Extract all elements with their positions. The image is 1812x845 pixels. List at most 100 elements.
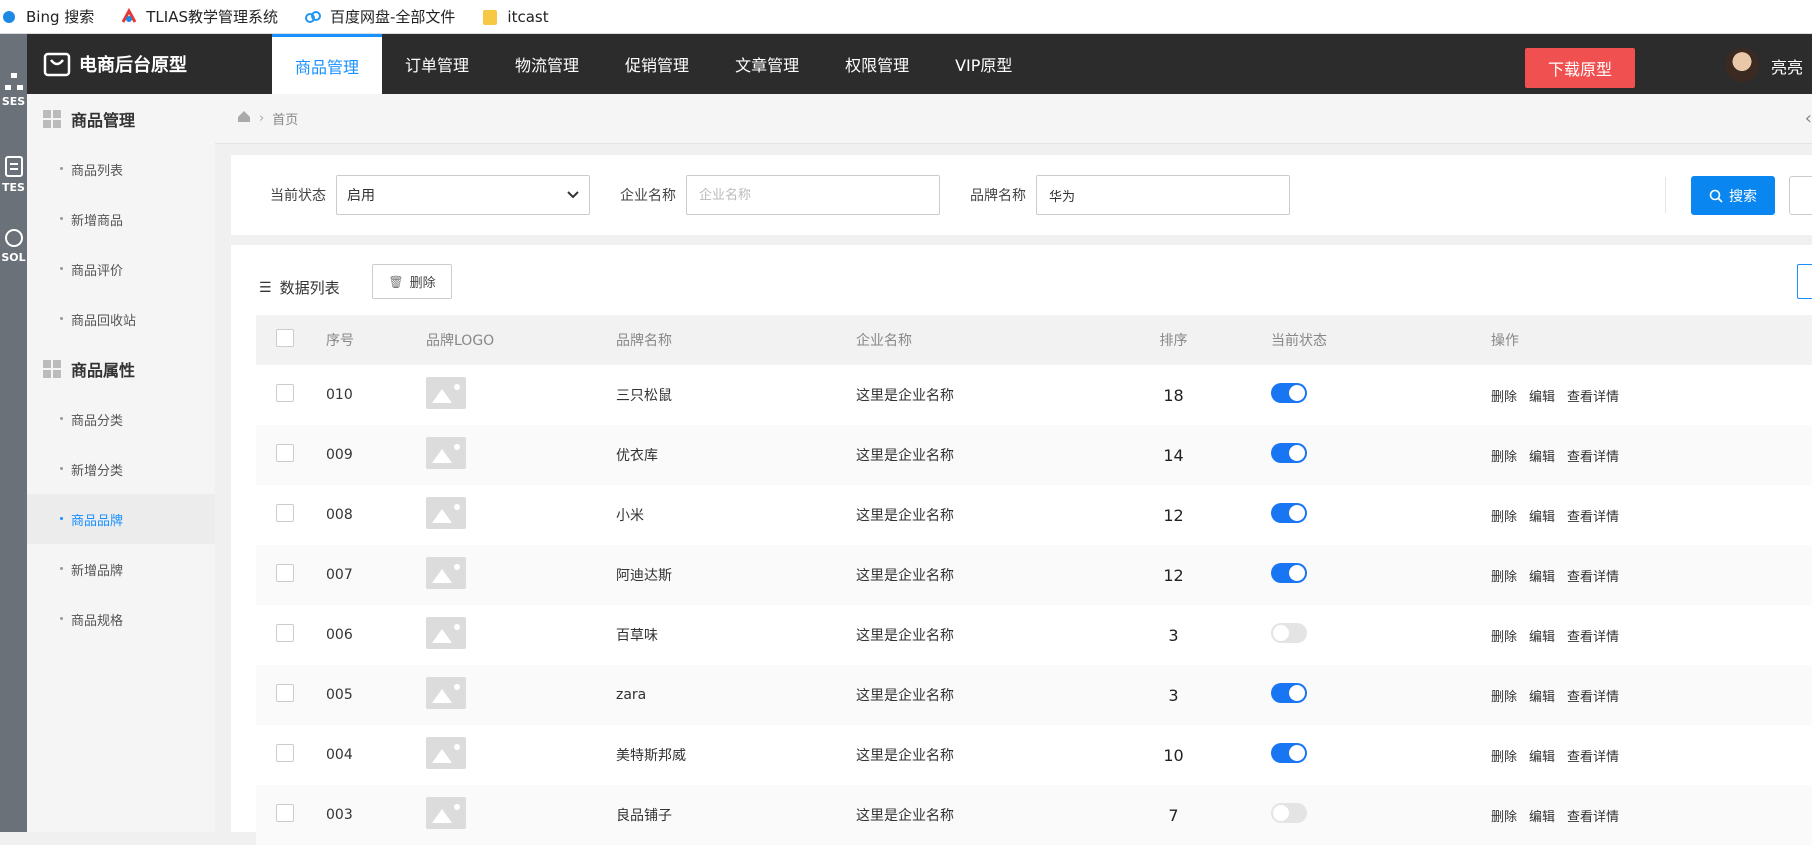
sidebar-item-add-category[interactable]: 新增分类 [27, 444, 215, 494]
row-checkbox[interactable] [276, 804, 294, 822]
row-checkbox[interactable] [276, 564, 294, 582]
nav-tab-orders[interactable]: 订单管理 [382, 34, 492, 94]
brand-table: 序号 品牌LOGO 品牌名称 企业名称 排序 当前状态 操作 010 三只松鼠 这里… [256, 315, 1812, 845]
sidebar-group-product-management[interactable]: 商品管理 [27, 94, 215, 144]
row-delete-link[interactable]: 删除 [1491, 630, 1517, 645]
chevron-left-icon[interactable]: ‹ [1805, 108, 1812, 129]
delete-button[interactable]: 🗑 删除 [372, 264, 452, 299]
row-checkbox[interactable] [276, 384, 294, 402]
row-edit-link[interactable]: 编辑 [1529, 690, 1555, 705]
sidebar-group-product-attributes[interactable]: 商品属性 [27, 344, 215, 394]
nav-tab-promotions[interactable]: 促销管理 [602, 34, 712, 94]
row-actions: 删除 编辑 查看详情 [1491, 605, 1812, 665]
row-checkbox[interactable] [276, 744, 294, 762]
row-edit-link[interactable]: 编辑 [1529, 390, 1555, 405]
breadcrumb-home[interactable]: 首页 [272, 109, 298, 128]
row-detail-link[interactable]: 查看详情 [1567, 510, 1619, 525]
brand-input[interactable] [1036, 175, 1290, 215]
add-button[interactable] [1797, 264, 1812, 299]
app-title: 电商后台原型 [79, 55, 187, 76]
row-detail-link[interactable]: 查看详情 [1567, 690, 1619, 705]
delete-button-label: 删除 [409, 276, 436, 291]
status-toggle[interactable] [1271, 623, 1307, 643]
row-checkbox[interactable] [276, 684, 294, 702]
row-detail-link[interactable]: 查看详情 [1567, 390, 1619, 405]
status-toggle[interactable] [1271, 503, 1307, 523]
row-delete-link[interactable]: 删除 [1491, 390, 1517, 405]
strip-item[interactable]: TES [0, 156, 27, 194]
row-detail-link[interactable]: 查看详情 [1567, 570, 1619, 585]
bookmark-bing[interactable]: Bing 搜索 [0, 6, 94, 27]
sidebar-item-product-list[interactable]: 商品列表 [27, 144, 215, 194]
sidebar-group-label: 商品属性 [71, 361, 136, 380]
row-actions: 删除 编辑 查看详情 [1491, 725, 1812, 785]
row-id: 006 [326, 627, 353, 643]
nav-tab-articles[interactable]: 文章管理 [712, 34, 822, 94]
sidebar-item-add-brand[interactable]: 新增品牌 [27, 544, 215, 594]
row-detail-link[interactable]: 查看详情 [1567, 810, 1619, 825]
sidebar-item-specs[interactable]: 商品规格 [27, 594, 215, 644]
row-edit-link[interactable]: 编辑 [1529, 630, 1555, 645]
status-toggle[interactable] [1271, 803, 1307, 823]
row-checkbox[interactable] [276, 444, 294, 462]
row-checkbox[interactable] [276, 624, 294, 642]
download-prototype-button[interactable]: 下载原型 [1525, 48, 1635, 88]
row-id: 003 [326, 807, 353, 823]
bookmark-itcast[interactable]: itcast [481, 8, 549, 26]
status-toggle[interactable] [1271, 743, 1307, 763]
nav-tab-vip[interactable]: VIP原型 [932, 34, 1035, 94]
nav-tab-logistics[interactable]: 物流管理 [492, 34, 602, 94]
left-app-strip: SES TES SOL [0, 34, 27, 832]
status-toggle[interactable] [1271, 383, 1307, 403]
select-all-checkbox[interactable] [276, 329, 294, 347]
row-id: 007 [326, 567, 353, 583]
table-row: 009 优衣库 这里是企业名称 14 删除 编辑 查看详情 [256, 425, 1812, 485]
row-detail-link[interactable]: 查看详情 [1567, 630, 1619, 645]
sidebar-item-recycle-bin[interactable]: 商品回收站 [27, 294, 215, 344]
strip-item[interactable]: SES [0, 72, 27, 108]
sidebar-item-brands[interactable]: 商品品牌 [27, 494, 215, 544]
status-toggle[interactable] [1271, 443, 1307, 463]
row-edit-link[interactable]: 编辑 [1529, 450, 1555, 465]
row-sort: 14 [1163, 445, 1184, 465]
panel-title-text: 数据列表 [279, 279, 340, 297]
sidebar-item-add-product[interactable]: 新增商品 [27, 194, 215, 244]
search-button-label: 搜索 [1729, 188, 1757, 205]
row-actions: 删除 编辑 查看详情 [1491, 365, 1812, 425]
bookmark-tlias[interactable]: TLIAS教学管理系统 [120, 6, 278, 27]
row-delete-link[interactable]: 删除 [1491, 450, 1517, 465]
row-sort: 18 [1163, 385, 1184, 405]
sidebar-item-product-reviews[interactable]: 商品评价 [27, 244, 215, 294]
strip-item[interactable]: SOL [0, 228, 27, 264]
row-company: 这里是企业名称 [856, 808, 954, 824]
row-checkbox[interactable] [276, 504, 294, 522]
avatar[interactable] [1725, 48, 1759, 82]
status-select[interactable]: 启用 [336, 175, 590, 215]
bookmark-baidu[interactable]: 百度网盘-全部文件 [304, 6, 455, 27]
row-delete-link[interactable]: 删除 [1491, 690, 1517, 705]
username[interactable]: 亮亮 [1771, 54, 1803, 78]
sidebar-item-categories[interactable]: 商品分类 [27, 394, 215, 444]
row-delete-link[interactable]: 删除 [1491, 810, 1517, 825]
row-edit-link[interactable]: 编辑 [1529, 750, 1555, 765]
status-toggle[interactable] [1271, 683, 1307, 703]
search-button[interactable]: 搜索 [1691, 176, 1775, 215]
company-input[interactable] [686, 175, 940, 215]
app-logo[interactable]: 电商后台原型 [27, 51, 272, 77]
row-delete-link[interactable]: 删除 [1491, 750, 1517, 765]
nav-tab-permissions[interactable]: 权限管理 [822, 34, 932, 94]
list-icon: ☰ [259, 279, 272, 296]
breadcrumb: › 首页 ‹ [215, 94, 1812, 144]
reset-button[interactable] [1789, 176, 1812, 215]
row-edit-link[interactable]: 编辑 [1529, 510, 1555, 525]
row-sort: 12 [1163, 505, 1184, 525]
status-toggle[interactable] [1271, 563, 1307, 583]
row-detail-link[interactable]: 查看详情 [1567, 750, 1619, 765]
row-delete-link[interactable]: 删除 [1491, 510, 1517, 525]
nav-tab-products[interactable]: 商品管理 [272, 34, 383, 94]
row-edit-link[interactable]: 编辑 [1529, 570, 1555, 585]
row-edit-link[interactable]: 编辑 [1529, 810, 1555, 825]
row-detail-link[interactable]: 查看详情 [1567, 450, 1619, 465]
row-delete-link[interactable]: 删除 [1491, 570, 1517, 585]
home-icon[interactable] [237, 110, 251, 127]
